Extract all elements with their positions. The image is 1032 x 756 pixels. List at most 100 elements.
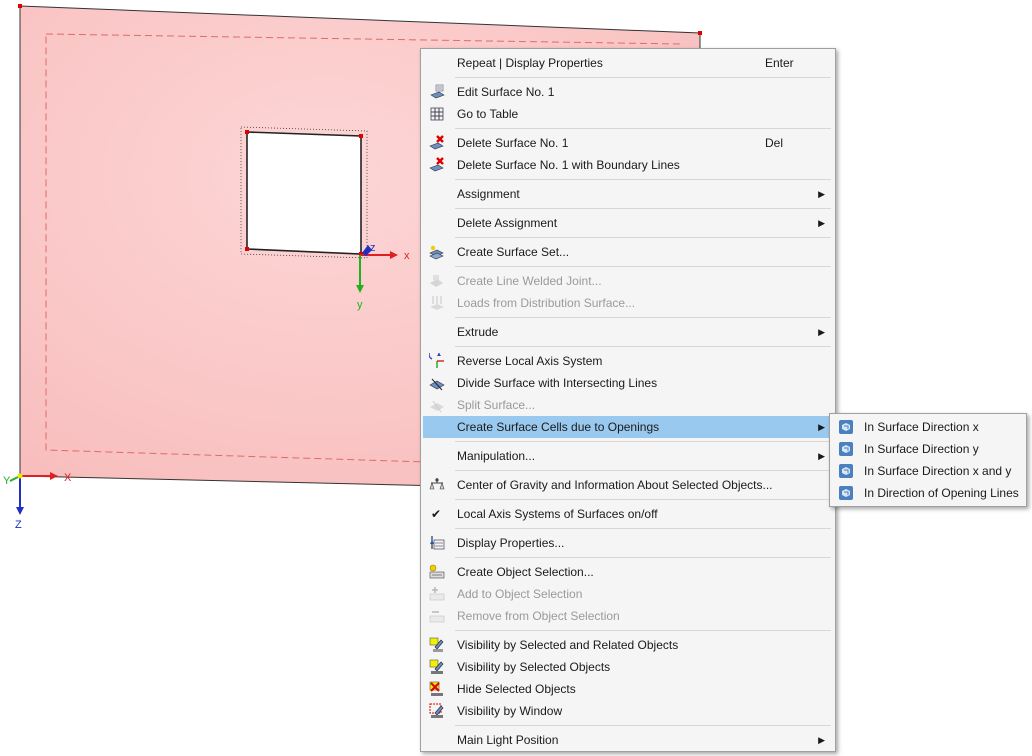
menu-separator: [455, 237, 831, 238]
menu-item-go-to-table[interactable]: Go to Table: [423, 103, 833, 125]
surface-cell-icon: [838, 463, 854, 479]
menu-item-label: Edit Surface No. 1: [457, 85, 555, 99]
reverse-axis-icon: [428, 348, 445, 369]
center-gravity-icon: [429, 477, 445, 493]
menu-item-visibility-by-window[interactable]: Visibility by Window: [423, 700, 833, 722]
menu-separator: [455, 128, 831, 129]
menu-item-label: Visibility by Selected and Related Objec…: [457, 638, 679, 652]
delete-surface-icon: [429, 135, 445, 151]
global-axis-system: X Z Y: [3, 472, 72, 531]
submenu-item-label: In Surface Direction x and y: [864, 464, 1012, 478]
submenu-arrow-icon: ▶: [818, 189, 825, 199]
menu-item-label: Add to Object Selection: [457, 587, 583, 601]
menu-item-edit-surface-no-1[interactable]: Edit Surface No. 1: [423, 81, 833, 103]
menu-item-label: Remove from Object Selection: [457, 609, 620, 623]
welded-joint-icon: [429, 273, 445, 289]
menu-item-label: Create Line Welded Joint...: [457, 274, 602, 288]
menu-separator: [455, 499, 831, 500]
split-surface-icon: [429, 397, 445, 413]
node[interactable]: [18, 4, 22, 8]
opening[interactable]: [246, 131, 362, 255]
node[interactable]: [359, 134, 363, 138]
menu-item-split-surface: Split Surface...: [423, 394, 833, 416]
menu-item-label: Local Axis Systems of Surfaces on/off: [457, 507, 658, 521]
submenu-arrow-icon: ▶: [818, 451, 825, 461]
object-selection-icon: [429, 564, 445, 580]
submenu-item-in-surface-direction-y[interactable]: In Surface Direction y: [832, 438, 1024, 460]
submenu-item-label: In Direction of Opening Lines: [864, 486, 1019, 500]
menu-item-extrude[interactable]: Extrude ▶: [423, 321, 833, 343]
local-axis-x-label: x: [404, 250, 410, 262]
submenu-arrow-icon: ▶: [818, 218, 825, 228]
submenu-item-in-surface-direction-x-and-y[interactable]: In Surface Direction x and y: [832, 460, 1024, 482]
delete-surface-icon: [429, 157, 445, 173]
menu-separator: [455, 77, 831, 78]
menu-item-shortcut: Del: [765, 136, 784, 150]
load-distribution-icon: [429, 295, 445, 311]
add-selection-icon: [429, 586, 445, 602]
menu-item-label: Repeat | Display Properties: [457, 56, 603, 70]
surface-cell-icon: [838, 441, 854, 457]
menu-separator: [455, 346, 831, 347]
menu-separator: [455, 630, 831, 631]
visibility-related-icon: [429, 637, 445, 653]
menu-item-label: Display Properties...: [457, 536, 565, 550]
menu-item-label: Loads from Distribution Surface...: [457, 296, 636, 310]
menu-item-delete-surface-no-1-with-boundary-lines[interactable]: Delete Surface No. 1 with Boundary Lines: [423, 154, 833, 176]
menu-item-local-axis-systems-of-surfaces-on-off[interactable]: ✔ Local Axis Systems of Surfaces on/off: [423, 503, 833, 525]
menu-item-label: Hide Selected Objects: [457, 682, 576, 696]
menu-item-display-properties[interactable]: Display Properties...: [423, 532, 833, 554]
menu-item-create-line-welded-joint: Create Line Welded Joint...: [423, 270, 833, 292]
menu-item-label: Delete Surface No. 1: [457, 136, 569, 150]
submenu-item-label: In Surface Direction x: [864, 420, 979, 434]
surface-set-icon: [429, 244, 445, 260]
menu-item-create-object-selection[interactable]: Create Object Selection...: [423, 561, 833, 583]
submenu-arrow-icon: ▶: [818, 422, 825, 432]
visibility-window-icon: [429, 703, 445, 719]
local-axis-z-label: z: [370, 242, 376, 254]
menu-item-loads-from-distribution-surface: Loads from Distribution Surface...: [423, 292, 833, 314]
menu-item-create-surface-cells-due-to-openings[interactable]: Create Surface Cells due to Openings ▶: [423, 416, 833, 438]
menu-item-label: Delete Assignment: [457, 216, 558, 230]
display-properties-icon: [429, 535, 445, 551]
menu-item-label: Delete Surface No. 1 with Boundary Lines: [457, 158, 680, 172]
menu-separator: [455, 179, 831, 180]
surface-cell-icon: [838, 485, 854, 501]
menu-item-create-surface-set[interactable]: Create Surface Set...: [423, 241, 833, 263]
menu-item-label: Visibility by Selected Objects: [457, 660, 611, 674]
menu-item-manipulation[interactable]: Manipulation... ▶: [423, 445, 833, 467]
edit-surface-icon: [429, 84, 445, 100]
menu-item-label: Manipulation...: [457, 449, 536, 463]
menu-item-divide-surface-with-intersecting-lines[interactable]: Divide Surface with Intersecting Lines: [423, 372, 833, 394]
table-icon: [429, 106, 445, 122]
menu-separator: [455, 725, 831, 726]
menu-item-assignment[interactable]: Assignment ▶: [423, 183, 833, 205]
menu-item-delete-surface-no-1[interactable]: Delete Surface No. 1 Del: [423, 132, 833, 154]
menu-item-visibility-by-selected-and-related-objects[interactable]: Visibility by Selected and Related Objec…: [423, 634, 833, 656]
menu-item-hide-selected-objects[interactable]: Hide Selected Objects: [423, 678, 833, 700]
checkmark-icon: ✔: [431, 507, 442, 521]
submenu-item-in-surface-direction-x[interactable]: In Surface Direction x: [832, 416, 1024, 438]
menu-item-label: Visibility by Window: [457, 704, 563, 718]
menu-item-label: Reverse Local Axis System: [457, 354, 603, 368]
menu-separator: [455, 266, 831, 267]
hide-objects-icon: [429, 681, 445, 697]
node[interactable]: [245, 247, 249, 251]
menu-item-main-light-position[interactable]: Main Light Position ▶: [423, 729, 833, 751]
menu-separator: [455, 441, 831, 442]
menu-item-delete-assignment[interactable]: Delete Assignment ▶: [423, 212, 833, 234]
menu-item-visibility-by-selected-objects[interactable]: Visibility by Selected Objects: [423, 656, 833, 678]
submenu-item-label: In Surface Direction y: [864, 442, 979, 456]
menu-item-reverse-local-axis-system[interactable]: Reverse Local Axis System: [423, 348, 833, 372]
divide-surface-icon: [429, 375, 445, 391]
menu-item-repeat-display-properties[interactable]: Repeat | Display Properties Enter: [423, 52, 833, 74]
submenu-arrow-icon: ▶: [818, 735, 825, 745]
node[interactable]: [698, 31, 702, 35]
surface-cells-submenu: In Surface Direction x In Surface Directi…: [829, 413, 1027, 507]
menu-item-label: Create Surface Cells due to Openings: [457, 420, 660, 434]
submenu-item-in-direction-of-opening-lines[interactable]: In Direction of Opening Lines: [832, 482, 1024, 504]
visibility-selected-icon: [429, 659, 445, 675]
menu-item-center-of-gravity-and-information-about-selected-objects[interactable]: Center of Gravity and Information About …: [423, 474, 833, 496]
menu-separator: [455, 528, 831, 529]
node[interactable]: [245, 130, 249, 134]
